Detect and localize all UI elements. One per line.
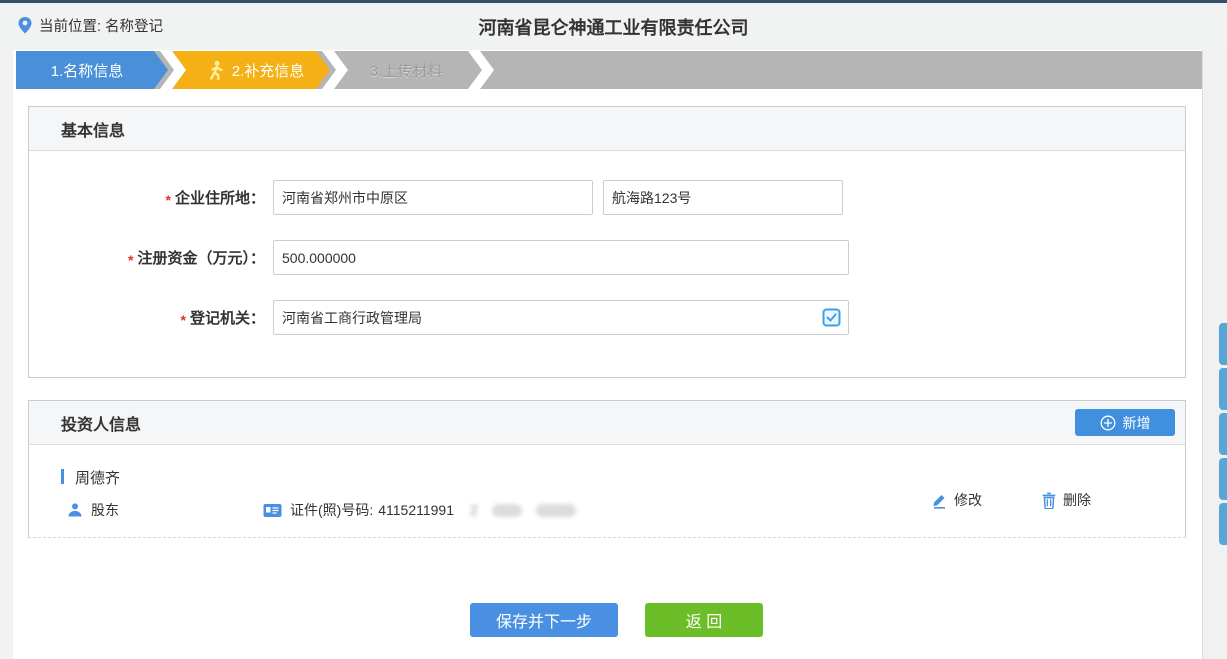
wizard-step-name-info[interactable]: 1.名称信息 xyxy=(16,51,168,89)
id-number-redacted: 2 xyxy=(470,502,478,518)
wizard-step-supplement-info[interactable]: 2.补充信息 xyxy=(174,51,330,89)
left-gutter xyxy=(0,50,13,659)
side-tab[interactable] xyxy=(1219,413,1227,455)
form-row-address: *企业住所地： xyxy=(29,180,1185,215)
authority-input-wrap xyxy=(273,300,849,335)
investor-role: 股东 xyxy=(67,500,119,520)
investor-name: 周德齐 xyxy=(75,467,120,488)
person-icon xyxy=(67,502,83,518)
registration-page: 当前位置: 名称登记 河南省昆仑神通工业有限责任公司 1.名称信息 2.补充信息… xyxy=(0,0,1227,659)
add-button-label: 新增 xyxy=(1123,413,1151,433)
form-row-capital: *注册资金（万元）： xyxy=(29,240,1185,275)
side-tab[interactable] xyxy=(1219,458,1227,500)
authority-select-checkbox-icon[interactable] xyxy=(822,308,841,327)
investor-title: 投资人信息 xyxy=(61,411,141,435)
investor-panel: 投资人信息 新增 周德齐 股东 证件(照)号码: 4115211991 2 xyxy=(28,400,1186,538)
basic-info-form: *企业住所地： *注册资金（万元）： *登记机关： xyxy=(29,151,1185,335)
back-button[interactable]: 返 回 xyxy=(645,603,763,637)
side-tab[interactable] xyxy=(1219,323,1227,365)
add-investor-button[interactable]: 新增 xyxy=(1075,409,1175,436)
address-region-input[interactable] xyxy=(273,180,593,215)
address-label: *企业住所地： xyxy=(29,187,265,208)
modify-label: 修改 xyxy=(954,490,982,510)
id-redaction-blob xyxy=(536,504,576,517)
registered-capital-input[interactable] xyxy=(273,240,849,275)
id-card-icon xyxy=(263,503,282,518)
form-row-authority: *登记机关： xyxy=(29,300,1185,335)
id-redaction-blob xyxy=(492,504,522,517)
wizard-step-label: 2.补充信息 xyxy=(232,60,305,81)
basic-info-title: 基本信息 xyxy=(61,117,125,141)
side-tab[interactable] xyxy=(1219,503,1227,545)
delete-label: 删除 xyxy=(1063,490,1091,510)
id-number-visible: 4115211991 xyxy=(378,502,454,518)
modify-investor-link[interactable]: 修改 xyxy=(931,490,982,510)
step-wizard: 1.名称信息 2.补充信息 3.上传材料 xyxy=(16,51,1202,89)
address-detail-input[interactable] xyxy=(603,180,843,215)
investor-role-label: 股东 xyxy=(91,500,119,520)
investor-header: 投资人信息 新增 xyxy=(29,401,1185,445)
registration-authority-input[interactable] xyxy=(273,300,849,335)
id-number-label: 证件(照)号码: xyxy=(290,500,373,520)
circle-plus-icon xyxy=(1100,415,1116,431)
required-mark: * xyxy=(166,192,171,208)
required-mark: * xyxy=(128,252,133,268)
save-and-next-button[interactable]: 保存并下一步 xyxy=(470,603,618,637)
capital-label: *注册资金（万元）： xyxy=(29,247,265,268)
basic-info-header: 基本信息 xyxy=(29,107,1185,151)
basic-info-panel: 基本信息 *企业住所地： *注册资金（万元）： *登记机关： xyxy=(28,106,1186,378)
wizard-step-label: 1.名称信息 xyxy=(51,60,124,81)
floating-side-tabs xyxy=(1219,323,1227,548)
pencil-icon xyxy=(931,492,948,509)
side-tab[interactable] xyxy=(1219,368,1227,410)
investor-id: 证件(照)号码: 4115211991 2 xyxy=(263,500,576,520)
walking-person-icon xyxy=(206,60,225,81)
required-mark: * xyxy=(181,312,186,328)
delete-investor-link[interactable]: 删除 xyxy=(1041,490,1091,510)
wizard-step-upload-materials[interactable]: 3.上传材料 xyxy=(336,51,476,89)
trash-icon xyxy=(1041,492,1057,509)
wizard-step-label: 3.上传材料 xyxy=(370,60,443,81)
page-title: 河南省昆仑神通工业有限责任公司 xyxy=(0,14,1227,40)
authority-label: *登记机关： xyxy=(29,307,265,328)
